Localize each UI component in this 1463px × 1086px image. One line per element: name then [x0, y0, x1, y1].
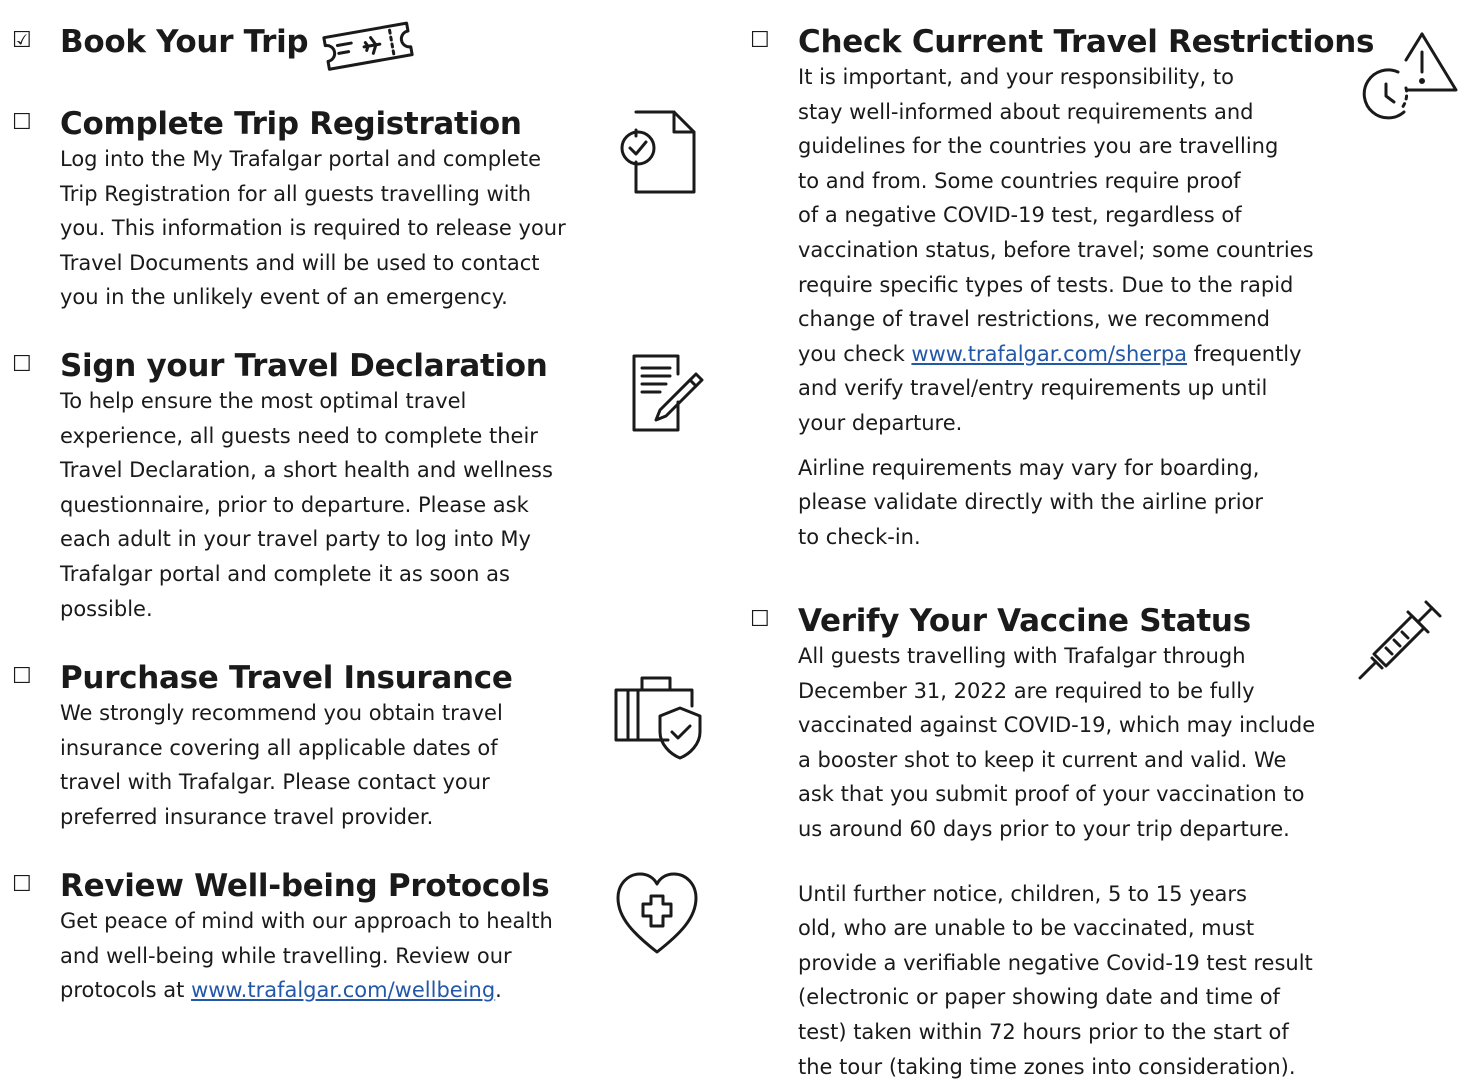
body-line: test) taken within 72 hours prior to the…	[798, 1019, 1289, 1044]
vaccine-title: Verify Your Vaccine Status	[798, 603, 1251, 639]
clock-warning-icon	[1362, 30, 1460, 120]
body-line: December 31, 2022 are required to be ful…	[798, 678, 1255, 703]
document-check-icon	[618, 110, 698, 194]
vaccine-paragraph: All guests travelling with Trafalgar thr…	[798, 639, 1315, 847]
body-line: please validate directly with the airlin…	[798, 490, 1264, 515]
body-line: you check www.trafalgar.com/sherpa frequ…	[798, 337, 1314, 372]
ticket-icon	[318, 20, 420, 72]
body-line: the tour (taking time zones into conside…	[798, 1054, 1296, 1079]
vaccine-checkbox[interactable]: ☐	[750, 603, 770, 637]
body-text: protocols at	[60, 978, 192, 1003]
book-trip-item: ☑ Book Your Trip	[12, 24, 612, 64]
body-line: Log into the My Trafalgar portal and com…	[60, 147, 541, 171]
body-text: .	[495, 978, 502, 1003]
wellbeing-body: Get peace of mind with our approach to h…	[60, 904, 553, 1008]
declaration-item: ☐ Sign your Travel Declaration To help e…	[12, 348, 622, 638]
body-line: old, who are unable to be vaccinated, mu…	[798, 916, 1255, 941]
body-line: travel with Trafalgar. Please contact yo…	[60, 770, 490, 795]
body-line: ask that you submit proof of your vaccin…	[798, 782, 1305, 807]
registration-title: Complete Trip Registration	[60, 106, 522, 142]
body-line: change of travel restrictions, we recomm…	[798, 307, 1270, 332]
body-line: questionnaire, prior to departure. Pleas…	[60, 492, 529, 517]
body-line: experience, all guests need to complete …	[60, 423, 538, 448]
body-line: require specific types of tests. Due to …	[798, 272, 1294, 297]
body-line: a booster shot to keep it current and va…	[798, 747, 1287, 772]
restrictions-item: ☐ Check Current Travel Restrictions It i…	[750, 24, 1390, 564]
body-line: of a negative COVID-19 test, regardless …	[798, 203, 1242, 228]
registration-checkbox[interactable]: ☐	[12, 106, 32, 140]
restrictions-title: Check Current Travel Restrictions	[798, 24, 1375, 60]
declaration-title: Sign your Travel Declaration	[60, 348, 548, 384]
book-trip-checkbox[interactable]: ☑	[12, 24, 32, 58]
body-line: Travel Declaration, a short health and w…	[60, 458, 553, 483]
body-line: Airline requirements may vary for boardi…	[798, 455, 1260, 480]
body-line: you in the unlikely event of an emergenc…	[60, 285, 508, 310]
body-text: frequently	[1187, 341, 1302, 366]
declaration-body: To help ensure the most optimal travel e…	[60, 384, 553, 626]
restrictions-body: It is important, and your responsibility…	[798, 60, 1314, 554]
body-line: and verify travel/entry requirements up …	[798, 376, 1268, 401]
airline-paragraph: Airline requirements may vary for boardi…	[798, 451, 1314, 555]
body-line: vaccination status, before travel; some …	[798, 237, 1314, 262]
registration-item: ☐ Complete Trip Registration Log into th…	[12, 106, 622, 316]
book-trip-title: Book Your Trip	[60, 24, 309, 60]
body-line: It is important, and your responsibility…	[798, 65, 1234, 89]
registration-body: Log into the My Trafalgar portal and com…	[60, 142, 566, 315]
body-line: us around 60 days prior to your trip dep…	[798, 816, 1290, 841]
body-text: you check	[798, 341, 912, 366]
insurance-checkbox[interactable]: ☐	[12, 660, 32, 694]
sherpa-link[interactable]: www.trafalgar.com/sherpa	[911, 342, 1187, 366]
body-line: Until further notice, children, 5 to 15 …	[798, 881, 1247, 906]
body-line: To help ensure the most optimal travel	[60, 389, 467, 413]
wellbeing-item: ☐ Review Well-being Protocols Get peace …	[12, 868, 622, 1018]
body-line: to check-in.	[798, 524, 921, 549]
body-line: Trip Registration for all guests travell…	[60, 181, 532, 206]
body-line: All guests travelling with Trafalgar thr…	[798, 644, 1246, 668]
insurance-title: Purchase Travel Insurance	[60, 660, 513, 696]
body-line: Travel Documents and will be used to con…	[60, 250, 540, 275]
children-paragraph: Until further notice, children, 5 to 15 …	[798, 877, 1315, 1085]
insurance-item: ☐ Purchase Travel Insurance We strongly …	[12, 660, 622, 840]
body-line: We strongly recommend you obtain travel	[60, 701, 503, 725]
body-line: Get peace of mind with our approach to h…	[60, 909, 553, 933]
insurance-body: We strongly recommend you obtain travel …	[60, 696, 503, 834]
body-line: stay well-informed about requirements an…	[798, 99, 1254, 124]
wellbeing-link[interactable]: www.trafalgar.com/wellbeing	[191, 978, 495, 1002]
wellbeing-title: Review Well-being Protocols	[60, 868, 550, 904]
body-line: preferred insurance travel provider.	[60, 804, 434, 829]
body-line: to and from. Some countries require proo…	[798, 168, 1241, 193]
restrictions-checkbox[interactable]: ☐	[750, 24, 770, 58]
heart-cross-icon	[614, 870, 700, 956]
body-line: (electronic or paper showing date and ti…	[798, 985, 1280, 1010]
vaccine-item: ☐ Verify Your Vaccine Status All guests …	[750, 603, 1390, 1079]
body-line: insurance covering all applicable dates …	[60, 735, 498, 760]
form-pencil-icon	[630, 352, 706, 434]
body-line: and well-being while travelling. Review …	[60, 943, 512, 968]
body-line: Trafalgar portal and complete it as soon…	[60, 561, 510, 586]
body-line: protocols at www.trafalgar.com/wellbeing…	[60, 973, 553, 1008]
body-line: guidelines for the countries you are tra…	[798, 134, 1279, 159]
declaration-checkbox[interactable]: ☐	[12, 348, 32, 382]
body-line: you. This information is required to rel…	[60, 216, 566, 241]
restrictions-paragraph: It is important, and your responsibility…	[798, 60, 1314, 441]
body-line: your departure.	[798, 410, 963, 435]
body-line: vaccinated against COVID-19, which may i…	[798, 713, 1316, 738]
wellbeing-checkbox[interactable]: ☐	[12, 868, 32, 902]
syringe-icon	[1356, 596, 1446, 682]
luggage-shield-icon	[612, 670, 706, 762]
vaccine-body: All guests travelling with Trafalgar thr…	[798, 639, 1315, 1084]
body-line: provide a verifiable negative Covid-19 t…	[798, 950, 1313, 975]
body-line: possible.	[60, 596, 153, 621]
body-line: each adult in your travel party to log i…	[60, 527, 531, 552]
